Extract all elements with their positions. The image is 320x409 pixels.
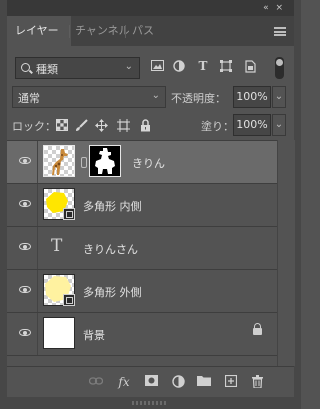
filter-row: 種類 ⌄ T (7, 55, 294, 81)
layer-name: きりんさん (83, 243, 138, 256)
blend-mode-value: 通常 (18, 92, 40, 105)
panel-resize-footer (7, 397, 294, 409)
shape-filter-icon[interactable] (219, 60, 233, 73)
layer-thumbnail[interactable] (43, 274, 75, 306)
visibility-cell (7, 141, 38, 183)
panel-tab-bar: レイヤー チャンネル パス (7, 16, 294, 46)
search-icon (21, 63, 30, 72)
image-filter-icon[interactable] (150, 60, 164, 73)
close-panel-icon[interactable]: × (275, 3, 282, 13)
resize-grip-handle[interactable] (132, 401, 168, 405)
filter-toggle-switch[interactable] (275, 57, 284, 79)
visibility-cell (7, 270, 38, 312)
layer-row-polygon-outer[interactable]: 多角形 外側 (7, 270, 277, 313)
lock-row: ロック： 塗り： 100% ⌄ (7, 112, 294, 138)
layer-row-kirin[interactable]: きりん (7, 141, 277, 184)
adjustment-filter-icon[interactable] (172, 60, 186, 73)
lock-all-icon[interactable] (139, 119, 152, 132)
shape-layer-badge-icon (63, 294, 75, 306)
layer-name: 背景 (83, 329, 105, 342)
eye-icon[interactable] (19, 329, 31, 336)
visibility-cell (7, 313, 38, 355)
lock-transparent-pixels-icon[interactable] (55, 119, 68, 132)
lock-artboard-icon[interactable] (117, 119, 130, 132)
layer-row-background[interactable]: 背景 (7, 313, 277, 356)
new-group-folder-icon[interactable] (197, 375, 211, 389)
chevron-down-icon: ⌄ (151, 90, 160, 101)
visibility-cell (7, 227, 38, 269)
new-layer-icon[interactable] (224, 374, 238, 389)
blend-mode-dropdown[interactable]: 通常 ⌄ (12, 86, 166, 108)
shape-layer-badge-icon (63, 208, 75, 220)
type-filter-icon[interactable]: T (196, 60, 210, 73)
filter-type-dropdown[interactable]: 種類 ⌄ (15, 57, 140, 79)
opacity-label: 不透明度： (171, 92, 226, 105)
fill-input[interactable]: 100% (233, 114, 271, 136)
layer-name: 多角形 外側 (83, 286, 142, 299)
visibility-cell (7, 184, 38, 226)
collapse-panel-icon[interactable]: « (263, 3, 268, 13)
add-mask-icon[interactable] (144, 375, 158, 389)
layer-row-kirinsan-text[interactable]: T きりんさん (7, 227, 277, 270)
right-frame (294, 0, 301, 409)
layers-footer-toolbar: fx (7, 366, 294, 398)
eye-icon[interactable] (19, 200, 31, 207)
lock-image-pixels-icon[interactable] (75, 119, 88, 132)
text-layer-icon[interactable]: T (51, 236, 62, 256)
chevron-down-icon: ⌄ (124, 61, 133, 72)
layer-name: 多角形 内側 (83, 200, 142, 213)
tab-paths[interactable]: パス (124, 16, 162, 46)
tab-layers[interactable]: レイヤー (7, 16, 71, 46)
lock-label: ロック： (12, 120, 56, 133)
layer-name: きりん (132, 157, 165, 170)
left-frame (0, 0, 7, 409)
lock-icon[interactable] (253, 323, 262, 335)
lock-position-icon[interactable] (95, 119, 108, 132)
layer-thumbnail[interactable] (43, 145, 75, 177)
smart-object-filter-icon[interactable] (243, 60, 257, 73)
panel-header-strip: « × (7, 0, 294, 16)
mask-link-icon[interactable] (81, 157, 87, 168)
fill-label: 塗り： (201, 120, 234, 133)
fill-dropdown-chevron[interactable]: ⌄ (272, 114, 286, 136)
eye-icon[interactable] (19, 286, 31, 293)
layer-thumbnail[interactable] (43, 317, 75, 349)
link-layers-icon[interactable] (88, 375, 104, 389)
fx-layer-style-icon[interactable]: fx (117, 375, 131, 389)
eye-icon[interactable] (19, 157, 31, 164)
opacity-input[interactable]: 100% (233, 86, 271, 108)
blend-row: 通常 ⌄ 不透明度： 100% ⌄ (7, 84, 294, 110)
trash-delete-icon[interactable] (250, 375, 264, 389)
layers-list: きりん 多角形 内側 T きりんさん 多角形 外側 背景 (7, 140, 277, 367)
layer-thumbnail[interactable] (43, 188, 75, 220)
eye-icon[interactable] (19, 243, 31, 250)
layer-row-polygon-inner[interactable]: 多角形 内側 (7, 184, 277, 227)
filter-type-label: 種類 (36, 63, 58, 76)
new-adjustment-layer-icon[interactable] (171, 375, 185, 389)
layer-mask-thumbnail[interactable] (89, 145, 121, 177)
panel-menu-icon[interactable] (274, 27, 286, 36)
opacity-dropdown-chevron[interactable]: ⌄ (272, 86, 286, 108)
layers-scrollbar[interactable] (277, 140, 295, 366)
